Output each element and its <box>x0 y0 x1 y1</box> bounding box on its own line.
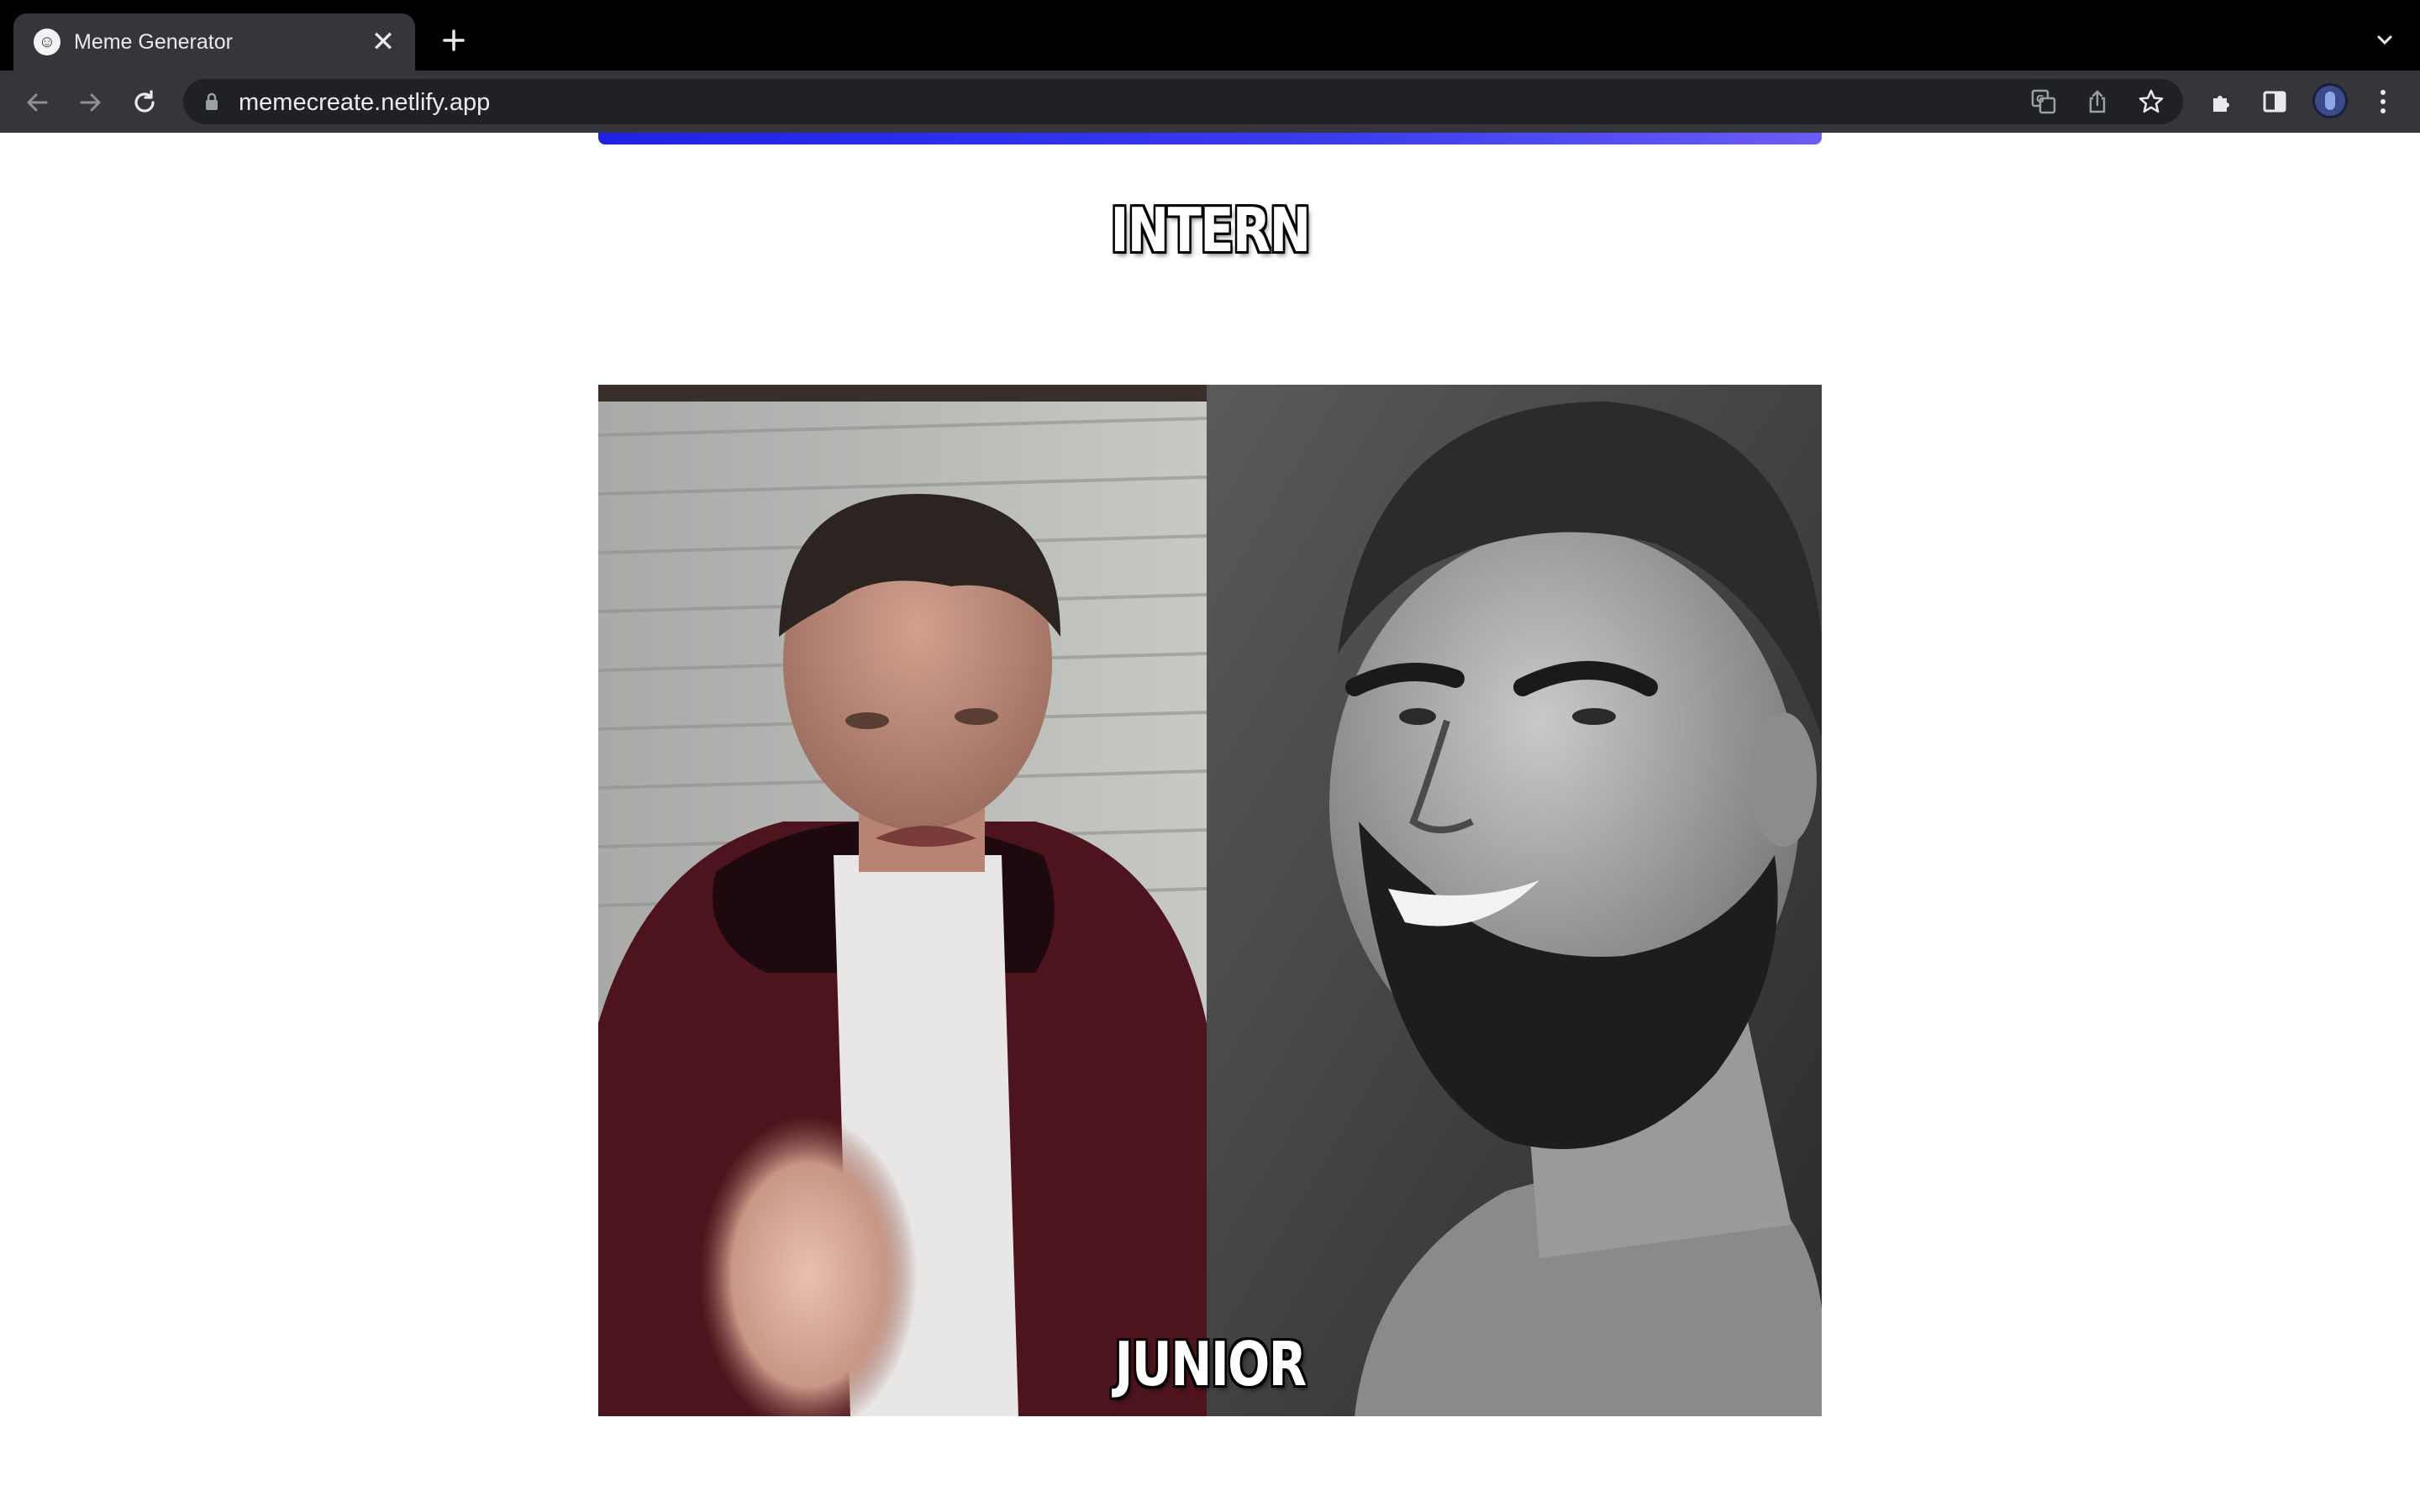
translate-icon[interactable]: G <box>2028 87 2059 117</box>
back-icon[interactable] <box>18 84 55 121</box>
tab-strip: ☺ Meme Generator ✕ <box>0 0 2420 71</box>
tab-meme-generator[interactable]: ☺ Meme Generator ✕ <box>13 13 415 71</box>
forward-icon[interactable] <box>72 84 109 121</box>
meme-bottom-text: JUNIOR <box>1114 1329 1307 1399</box>
plus-icon[interactable] <box>437 24 471 57</box>
browser-toolbar: memecreate.netlify.app G <box>0 71 2420 133</box>
extensions-icon[interactable] <box>2205 85 2238 118</box>
accent-bar <box>598 133 1822 144</box>
reload-icon[interactable] <box>126 84 163 121</box>
side-panel-icon[interactable] <box>2258 85 2291 118</box>
kebab-menu-icon[interactable] <box>2366 85 2400 118</box>
star-icon[interactable] <box>2136 87 2166 117</box>
meme-illustration <box>598 385 1822 1416</box>
chevron-down-icon[interactable] <box>2371 27 2398 54</box>
close-icon[interactable]: ✕ <box>366 25 400 59</box>
svg-text:G: G <box>2036 93 2044 105</box>
favicon-icon: ☺ <box>34 29 60 55</box>
url-text[interactable]: memecreate.netlify.app <box>239 89 490 117</box>
lock-icon[interactable] <box>202 92 222 112</box>
address-bar[interactable]: memecreate.netlify.app G <box>183 79 2183 124</box>
avatar[interactable] <box>2312 83 2348 118</box>
share-icon[interactable] <box>2082 87 2112 117</box>
tab-title: Meme Generator <box>74 30 233 54</box>
meme-top-text: INTERN <box>1110 195 1311 265</box>
meme-image <box>598 385 1822 1416</box>
